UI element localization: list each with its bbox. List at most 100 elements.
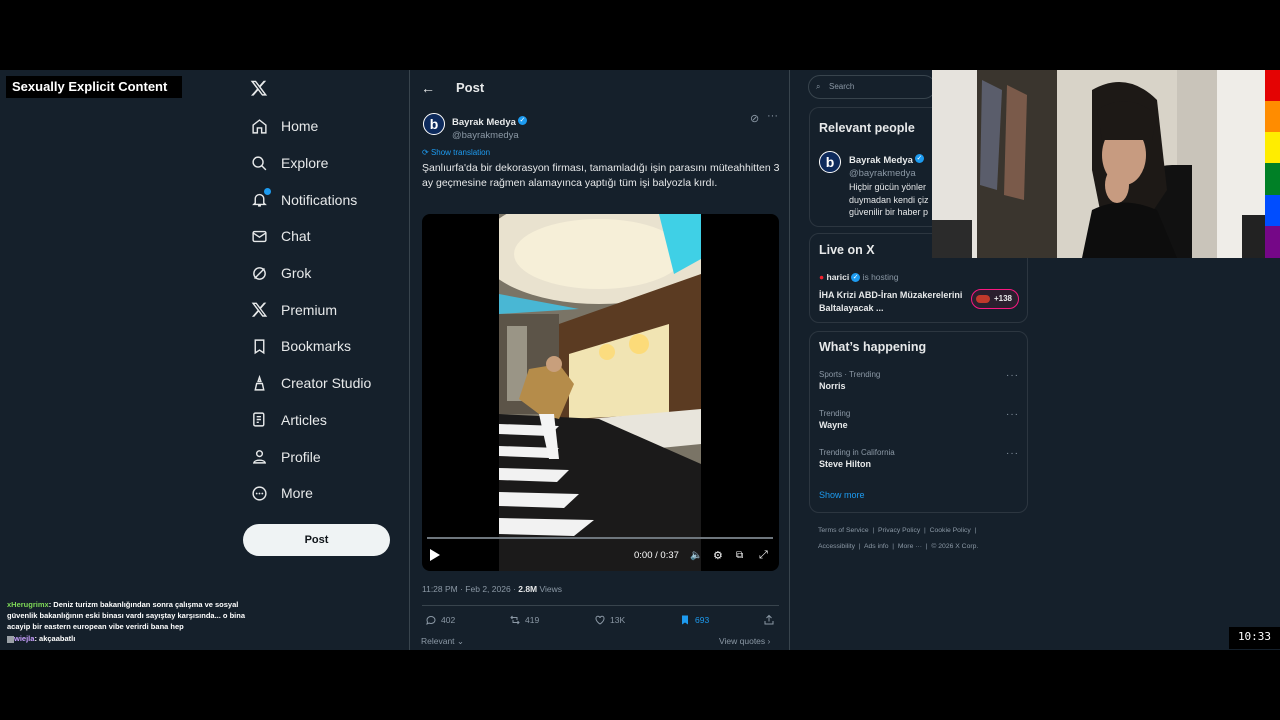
nav-label: Explore [281, 155, 329, 172]
back-button[interactable]: ← [421, 80, 435, 96]
tweet-text: Şanlıurfa'da bir dekorasyon firması, tam… [422, 162, 780, 189]
chevron-right-icon: › [765, 636, 771, 646]
trend-more-icon[interactable]: ··· [1006, 370, 1019, 381]
like-button[interactable]: 13K [594, 614, 625, 626]
view-quotes-link[interactable]: View quotes › [719, 636, 770, 646]
nav-label: Home [281, 118, 319, 135]
x-logo-icon [250, 80, 268, 96]
stream-clock: 10:33 [1229, 627, 1280, 649]
repost-count: 419 [525, 615, 540, 625]
bio-line: güvenilir bir haber p [849, 207, 929, 217]
chat-message: xHerugrimx: Deniz turizm bakanlığından s… [7, 600, 246, 631]
nav-item-creator-studio[interactable]: Creator Studio [242, 365, 412, 402]
volume-icon[interactable]: 🔈 [690, 550, 702, 561]
nav-label: Notifications [281, 191, 358, 208]
trend-item[interactable]: Trending in California Steve Hilton ··· [819, 448, 1019, 469]
relevant-avatar[interactable]: b [819, 151, 841, 173]
trend-item[interactable]: Sports · Trending Norris ··· [819, 370, 1019, 391]
stream-chat: xHerugrimx: Deniz turizm bakanlığından s… [7, 599, 269, 644]
nav-item-bookmarks[interactable]: Bookmarks [242, 328, 412, 365]
x-logo[interactable] [250, 79, 268, 103]
nav-item-home[interactable]: Home [242, 108, 412, 145]
more-circle-icon [250, 484, 268, 502]
stripe-red [1265, 70, 1280, 101]
bookmark-button[interactable]: 693 [679, 614, 709, 626]
relevant-bio: Hiçbir gücün yönler duymadan kendi çiz g… [849, 181, 929, 219]
copyright: © 2026 X Corp. [931, 543, 979, 550]
listener-avatars-icon [976, 295, 990, 303]
trend-context: Sports · Trending [819, 370, 881, 379]
video-progress-track[interactable] [427, 537, 773, 539]
heart-icon [595, 615, 605, 625]
search-input[interactable]: ⌕ Search [808, 75, 936, 99]
author-info[interactable]: Bayrak Medya ✓ @bayrakmedya [452, 112, 527, 141]
picture-in-picture-icon[interactable]: ⧉ [736, 550, 743, 561]
trend-item[interactable]: Trending Wayne ··· [819, 409, 1019, 430]
repost-button[interactable]: 419 [509, 614, 539, 626]
nav-label: Creator Studio [281, 375, 372, 392]
live-join-button[interactable]: +138 [971, 289, 1019, 309]
live-host: harici [826, 272, 850, 282]
footer-link-cookies[interactable]: Cookie Policy [930, 527, 971, 534]
nav-item-articles[interactable]: Articles [242, 402, 412, 439]
post-button[interactable]: Post [243, 524, 390, 556]
nav-item-premium[interactable]: Premium [242, 291, 412, 328]
footer-link-terms[interactable]: Terms of Service [818, 527, 869, 534]
live-topic[interactable]: İHA Krizi ABD-İran Müzakerelerini Baltal… [819, 289, 964, 314]
reply-button[interactable]: 402 [425, 614, 455, 626]
play-icon[interactable] [430, 548, 440, 566]
grok-explain-icon[interactable]: ⊘ [750, 112, 759, 125]
footer-link-accessibility[interactable]: Accessibility [818, 543, 855, 550]
live-host-row[interactable]: ● harici ✓ is hosting [819, 272, 899, 283]
bell-icon [250, 187, 271, 209]
nav-label: Chat [281, 228, 311, 245]
notification-dot [264, 187, 271, 195]
nav-item-explore[interactable]: Explore [242, 145, 412, 182]
tweet-timestamp[interactable]: 11:28 PM · Feb 2, 2026 · [422, 584, 518, 594]
trend-more-icon[interactable]: ··· [1006, 409, 1019, 420]
home-icon [250, 117, 268, 135]
nav-item-chat[interactable]: Chat [242, 218, 412, 255]
footer-link-more[interactable]: More ··· [898, 543, 922, 550]
footer-link-ads-info[interactable]: Ads info [864, 543, 889, 550]
sidebar-nav: Home Explore Notifications Chat Grok Pre… [242, 108, 412, 512]
views-label: Views [537, 584, 563, 594]
fullscreen-icon[interactable]: ⤢ [759, 549, 768, 562]
nav-label: Bookmarks [281, 338, 352, 355]
nav-item-notifications[interactable]: Notifications [242, 181, 412, 218]
actions-divider [422, 605, 779, 606]
relevant-name[interactable]: Bayrak Medya [849, 155, 913, 166]
verified-badge-icon: ✓ [517, 116, 527, 126]
bookmark-count: 693 [695, 615, 710, 625]
author-avatar[interactable]: b [423, 113, 445, 135]
search-placeholder: Search [829, 82, 855, 91]
nav-item-more[interactable]: More [242, 475, 412, 512]
nav-item-profile[interactable]: Profile [242, 438, 412, 475]
articles-icon [250, 411, 268, 429]
show-translation-link[interactable]: ⟳ Show translation [422, 148, 490, 157]
trend-more-icon[interactable]: ··· [1006, 448, 1019, 459]
nav-label: More [281, 485, 313, 502]
live-title: Live on X [819, 243, 875, 257]
more-options-icon[interactable]: ··· [767, 110, 778, 122]
trend-context: Trending in California [819, 448, 895, 457]
author-handle[interactable]: @bayrakmedya [452, 130, 527, 141]
video-player[interactable]: 0:00 / 0:37 🔈 ⚙ ⧉ ⤢ [422, 214, 779, 571]
grok-icon [250, 264, 268, 282]
whats-happening-title: What’s happening [819, 340, 927, 354]
reply-sort-dropdown[interactable]: Relevant ⌄ [421, 636, 464, 647]
listener-count: +138 [993, 294, 1012, 303]
nav-item-grok[interactable]: Grok [242, 255, 412, 292]
author-name[interactable]: Bayrak Medya [452, 117, 516, 128]
trend-name: Steve Hilton [819, 459, 872, 469]
settings-icon[interactable]: ⚙ [713, 549, 723, 562]
chevron-down-icon: ⌄ [454, 636, 465, 646]
show-more-link[interactable]: Show more [819, 490, 865, 500]
footer-link-privacy[interactable]: Privacy Policy [878, 527, 920, 534]
stripe-green [1265, 163, 1280, 195]
share-button[interactable] [763, 614, 775, 626]
relevant-person-info[interactable]: Bayrak Medya ✓ @bayrakmedya Hiçbir gücün … [849, 150, 929, 219]
column-divider-left [409, 70, 410, 650]
trend-context: Trending [819, 409, 851, 418]
relevant-handle[interactable]: @bayrakmedya [849, 168, 929, 179]
